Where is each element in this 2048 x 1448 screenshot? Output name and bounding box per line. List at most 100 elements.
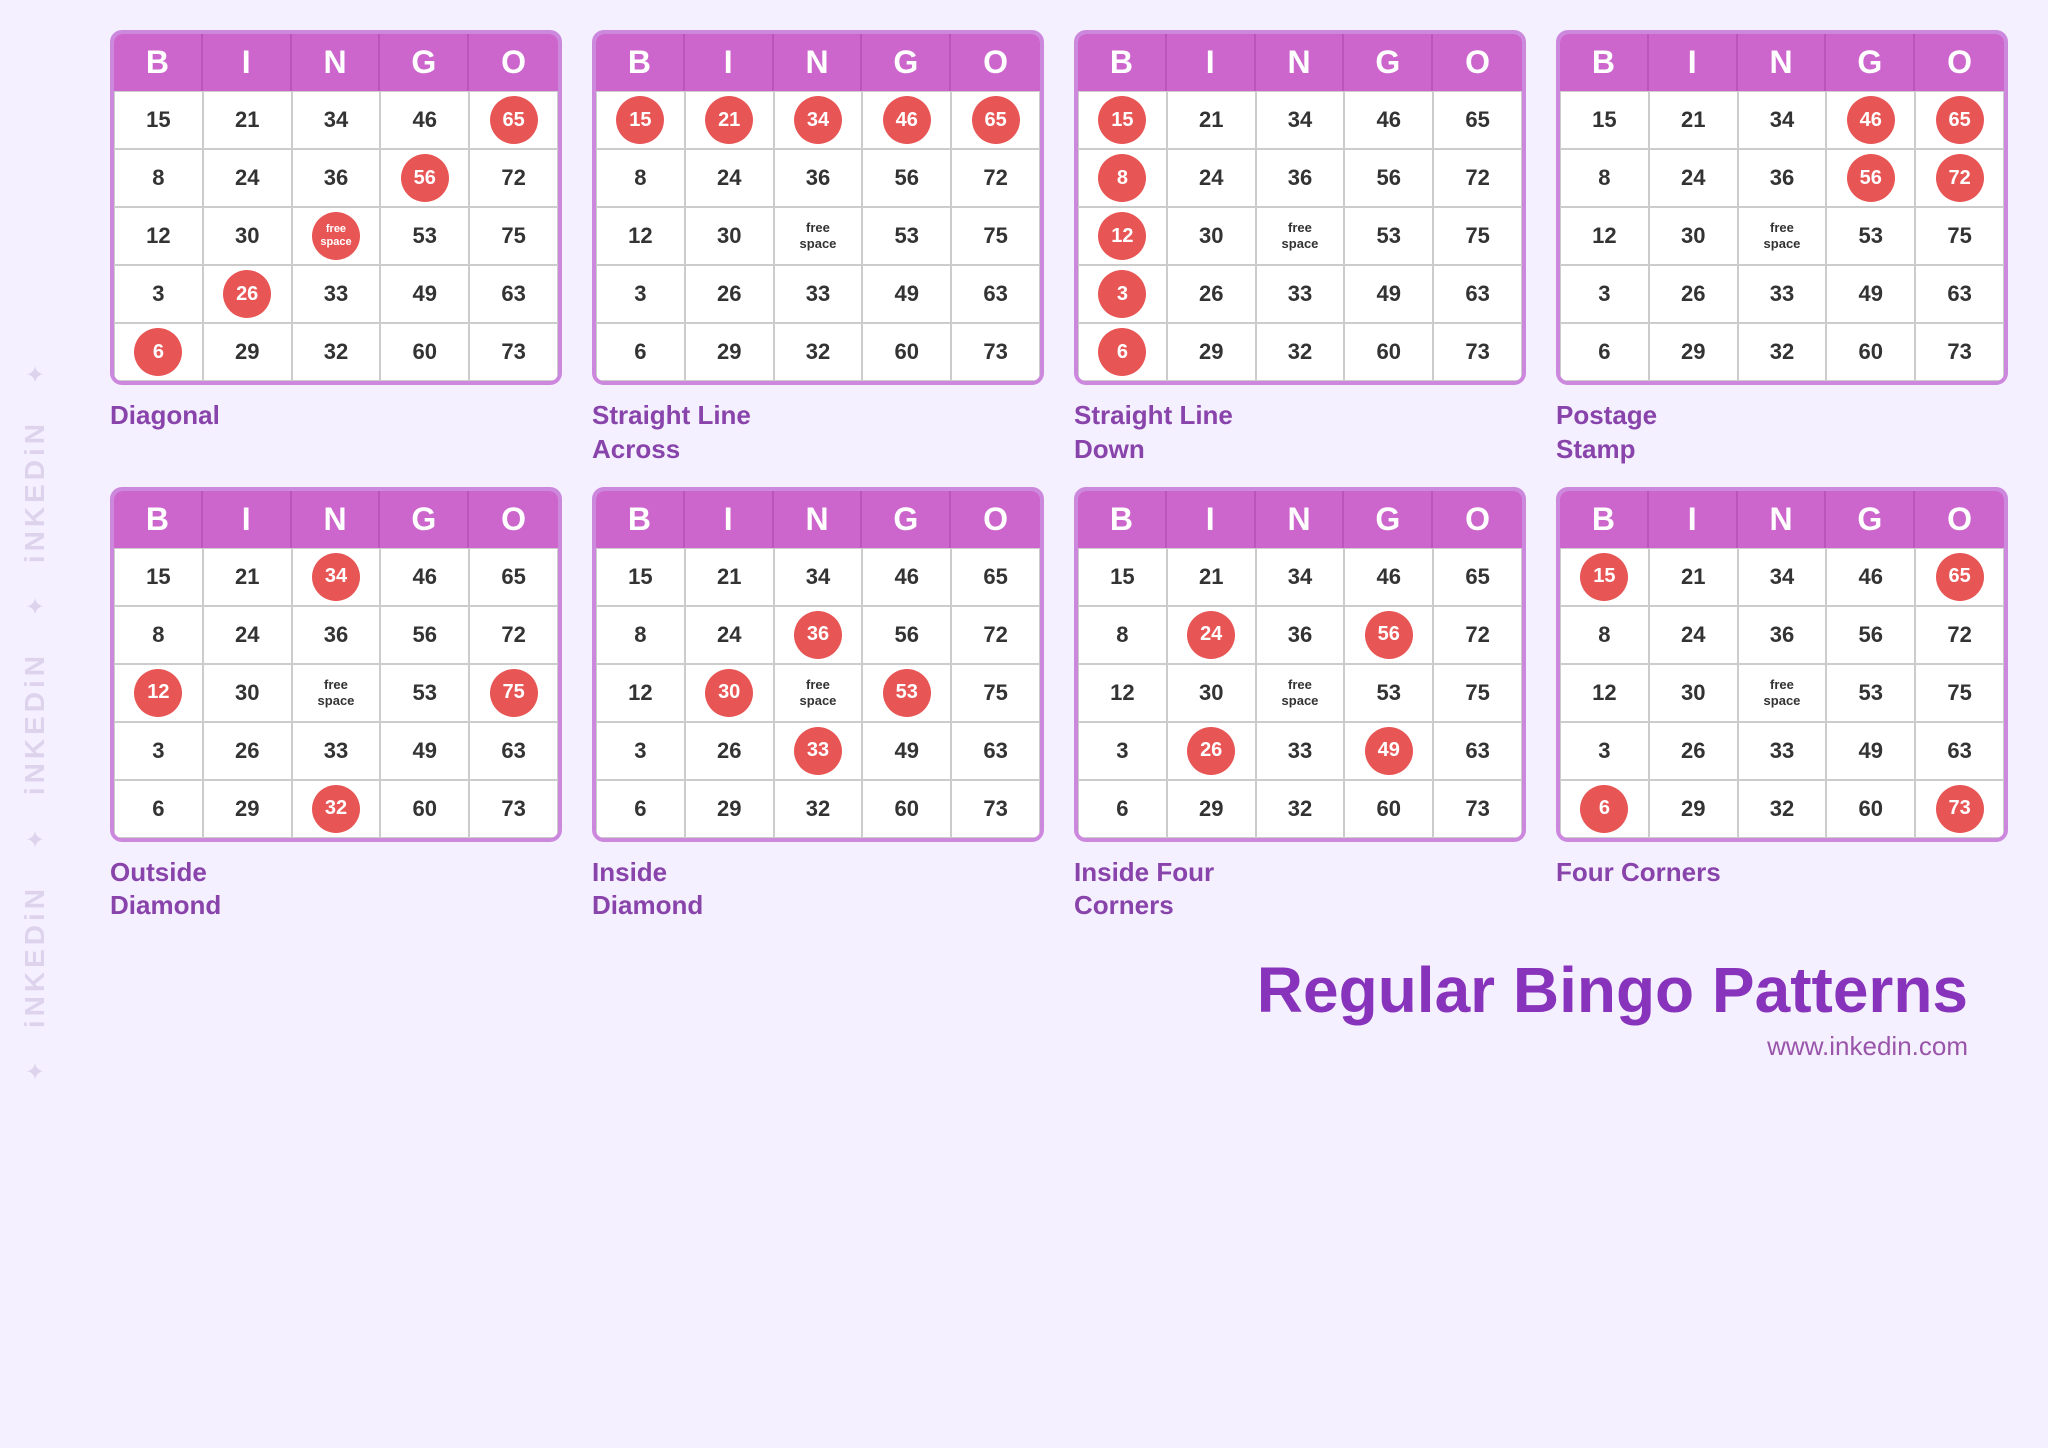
header-letter-O: O xyxy=(1915,491,2004,548)
cell-r3-c0: 3 xyxy=(1078,265,1167,323)
cell-r3-c3: 49 xyxy=(1344,265,1433,323)
cell-r3-c3: 49 xyxy=(862,722,951,780)
cell-r0-c1: 21 xyxy=(203,548,292,606)
bingo-body-diagonal: 15213446658243656721230freespace53753263… xyxy=(114,91,558,381)
cell-r3-c3: 49 xyxy=(1826,722,1915,780)
cell-r0-c2: 34 xyxy=(1256,91,1345,149)
card-wrapper-inside-four-corners: BINGO15213446658243656721230freespace537… xyxy=(1074,487,1526,924)
cell-r4-c4: 73 xyxy=(469,323,558,381)
cell-r4-c0: 6 xyxy=(596,780,685,838)
cell-r0-c4: 65 xyxy=(1433,91,1522,149)
cell-r2-c2: freespace xyxy=(1256,664,1345,722)
cell-r4-c0: 6 xyxy=(1560,780,1649,838)
bingo-card-inside-diamond: BINGO15213446658243656721230freespace537… xyxy=(592,487,1044,842)
header-letter-O: O xyxy=(469,491,558,548)
cell-r1-c4: 72 xyxy=(469,149,558,207)
card-wrapper-outside-diamond: BINGO15213446658243656721230freespace537… xyxy=(110,487,562,924)
cell-r2-c2: freespace xyxy=(1256,207,1345,265)
card-label-straight-line-down: Straight LineDown xyxy=(1074,399,1233,467)
cell-r1-c2: 36 xyxy=(774,149,863,207)
cell-r1-c4: 72 xyxy=(1915,606,2004,664)
cell-r1-c1: 24 xyxy=(1649,606,1738,664)
header-letter-G: G xyxy=(1826,34,1915,91)
cell-r0-c0: 15 xyxy=(1560,548,1649,606)
cell-r4-c4: 73 xyxy=(951,323,1040,381)
cell-r2-c0: 12 xyxy=(1078,207,1167,265)
cell-r1-c3: 56 xyxy=(380,149,469,207)
cell-r3-c1: 26 xyxy=(203,722,292,780)
cell-r1-c3: 56 xyxy=(1344,606,1433,664)
cell-r4-c2: 32 xyxy=(1738,323,1827,381)
bingo-body-straight-line-across: 15213446658243656721230freespace53753263… xyxy=(596,91,1040,381)
cell-r4-c2: 32 xyxy=(1256,323,1345,381)
cell-r1-c0: 8 xyxy=(1078,606,1167,664)
cell-r0-c4: 65 xyxy=(1915,548,2004,606)
header-letter-N: N xyxy=(292,34,381,91)
cell-r2-c3: 53 xyxy=(380,664,469,722)
cell-r2-c3: 53 xyxy=(1344,664,1433,722)
header-letter-N: N xyxy=(1738,491,1827,548)
header-letter-G: G xyxy=(1826,491,1915,548)
cell-r1-c2: 36 xyxy=(1256,606,1345,664)
cell-r4-c1: 29 xyxy=(203,323,292,381)
header-letter-N: N xyxy=(774,491,863,548)
cell-r0-c1: 21 xyxy=(203,91,292,149)
cell-r0-c4: 65 xyxy=(1433,548,1522,606)
cell-r2-c1: 30 xyxy=(1649,664,1738,722)
cell-r1-c2: 36 xyxy=(774,606,863,664)
cell-r4-c0: 6 xyxy=(1560,323,1649,381)
cell-r0-c0: 15 xyxy=(114,548,203,606)
bingo-header-outside-diamond: BINGO xyxy=(114,491,558,548)
cell-r4-c2: 32 xyxy=(1256,780,1345,838)
bingo-header-inside-four-corners: BINGO xyxy=(1078,491,1522,548)
cell-r2-c4: 75 xyxy=(469,664,558,722)
cell-r3-c2: 33 xyxy=(1256,722,1345,780)
cell-r4-c1: 29 xyxy=(1649,323,1738,381)
cell-r4-c2: 32 xyxy=(774,780,863,838)
cell-r2-c2: freespace xyxy=(1738,207,1827,265)
cell-r1-c2: 36 xyxy=(292,149,381,207)
cell-r2-c3: 53 xyxy=(1344,207,1433,265)
cell-r0-c2: 34 xyxy=(292,548,381,606)
header-letter-I: I xyxy=(1649,491,1738,548)
cell-r0-c3: 46 xyxy=(862,91,951,149)
card-wrapper-straight-line-across: BINGO15213446658243656721230freespace537… xyxy=(592,30,1044,467)
cell-r0-c4: 65 xyxy=(469,91,558,149)
cell-r0-c4: 65 xyxy=(1915,91,2004,149)
cell-r2-c4: 75 xyxy=(951,664,1040,722)
cell-r3-c2: 33 xyxy=(292,722,381,780)
header-letter-O: O xyxy=(1433,34,1522,91)
cell-r0-c2: 34 xyxy=(1738,91,1827,149)
cell-r1-c3: 56 xyxy=(862,149,951,207)
cell-r0-c2: 34 xyxy=(774,548,863,606)
header-letter-B: B xyxy=(1078,491,1167,548)
cell-r2-c0: 12 xyxy=(1560,207,1649,265)
cell-r3-c0: 3 xyxy=(114,265,203,323)
card-wrapper-postage-stamp: BINGO15213446658243656721230freespace537… xyxy=(1556,30,2008,467)
card-label-straight-line-across: Straight LineAcross xyxy=(592,399,751,467)
header-letter-G: G xyxy=(380,491,469,548)
cell-r1-c4: 72 xyxy=(951,606,1040,664)
cell-r2-c4: 75 xyxy=(469,207,558,265)
cell-r2-c0: 12 xyxy=(114,207,203,265)
cell-r4-c1: 29 xyxy=(1649,780,1738,838)
cell-r4-c0: 6 xyxy=(114,780,203,838)
cell-r1-c2: 36 xyxy=(1256,149,1345,207)
cell-r2-c0: 12 xyxy=(1078,664,1167,722)
header-letter-N: N xyxy=(1738,34,1827,91)
header-letter-G: G xyxy=(1344,491,1433,548)
bingo-header-straight-line-across: BINGO xyxy=(596,34,1040,91)
cell-r1-c4: 72 xyxy=(951,149,1040,207)
cell-r3-c4: 63 xyxy=(951,722,1040,780)
bingo-body-postage-stamp: 15213446658243656721230freespace53753263… xyxy=(1560,91,2004,381)
cell-r0-c3: 46 xyxy=(1826,91,1915,149)
bingo-card-diagonal: BINGO15213446658243656721230freespace537… xyxy=(110,30,562,385)
cell-r3-c0: 3 xyxy=(1560,722,1649,780)
header-letter-N: N xyxy=(1256,34,1345,91)
header-letter-B: B xyxy=(114,491,203,548)
cell-r0-c3: 46 xyxy=(1344,91,1433,149)
cell-r3-c4: 63 xyxy=(1915,722,2004,780)
cell-r4-c4: 73 xyxy=(951,780,1040,838)
cell-r1-c1: 24 xyxy=(203,606,292,664)
cell-r4-c1: 29 xyxy=(1167,323,1256,381)
